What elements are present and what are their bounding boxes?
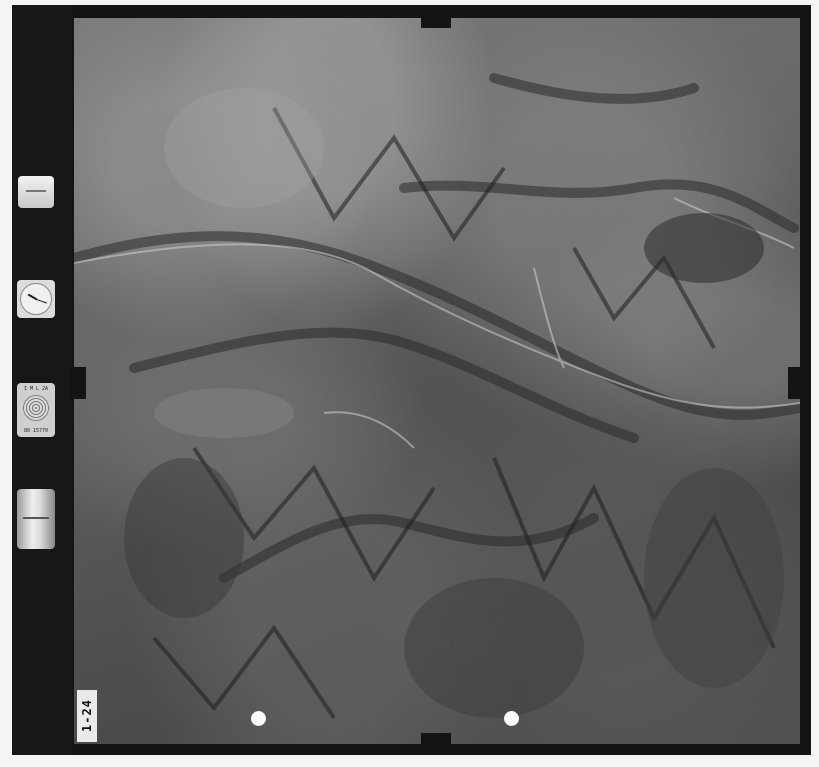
level-bubble-icon [18,176,54,208]
aerial-photograph [74,18,800,744]
altimeter-icon: I M L 2A 80 15770 [17,383,55,437]
clock-icon [17,280,55,318]
fiducial-bottom [421,733,451,747]
fiducial-right [788,367,804,399]
registration-dot [251,711,266,726]
instrument-strip [12,5,72,755]
fiducial-left [70,367,86,399]
frame-number: 1-24 [77,690,97,742]
altimeter-label-bottom: 80 15770 [23,428,49,434]
registration-dot [504,711,519,726]
gauge-icon [17,489,55,549]
altimeter-label-top: I M L 2A [23,386,49,392]
terrain-overlay [74,73,800,720]
fiducial-top [421,14,451,28]
